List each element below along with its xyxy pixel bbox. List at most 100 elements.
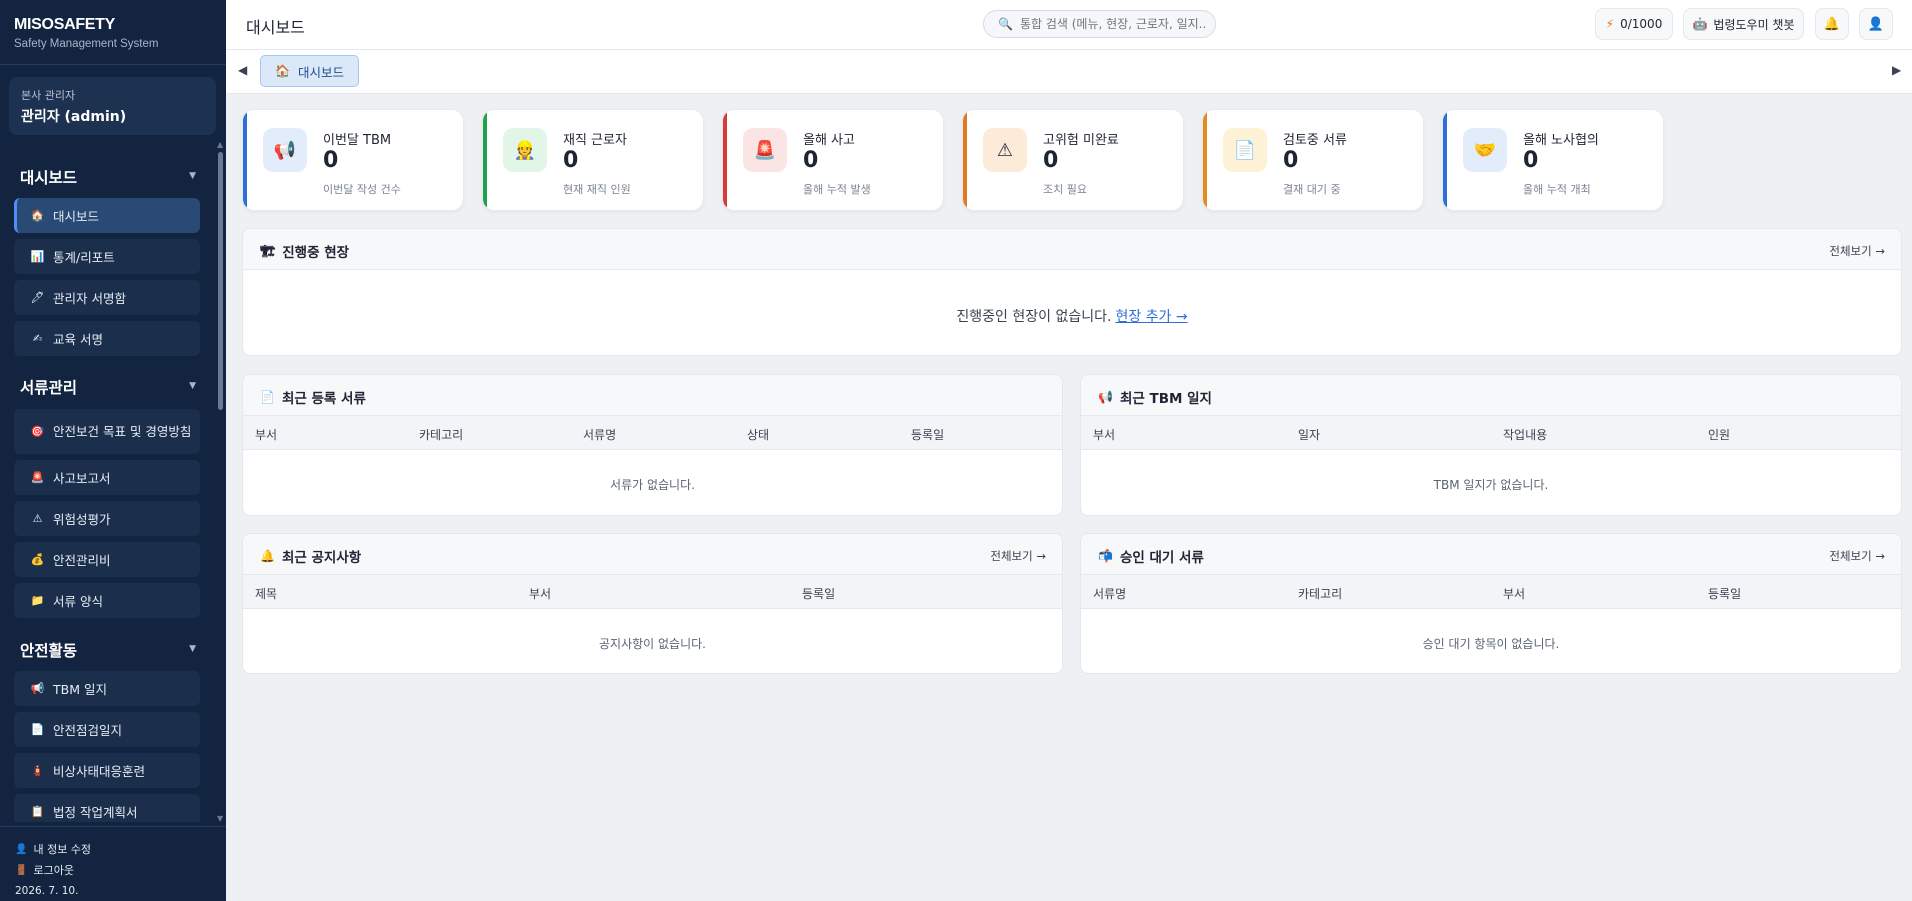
- sidebar-item-label: 통계/리포트: [53, 250, 115, 265]
- accent-bar: [483, 110, 487, 210]
- accent-bar: [723, 110, 727, 210]
- brand-name: MISOSAFETY: [14, 16, 116, 33]
- warning-icon: ⚠: [983, 128, 1027, 172]
- column-header[interactable]: 등록일: [1708, 585, 1741, 602]
- view-all-approvals-link[interactable]: 전체보기 →: [1829, 548, 1885, 564]
- nav-section-safety-activities[interactable]: 안전활동 ▼: [20, 639, 196, 661]
- top-header: 대시보드 🔍 ⚡ 0/1000 🤖 법령도우미 챗봇 🔔 👤: [226, 0, 1912, 50]
- column-header[interactable]: 서류명: [583, 426, 616, 443]
- column-header[interactable]: 부서: [255, 426, 277, 443]
- view-all-sites-link[interactable]: 전체보기 →: [1829, 243, 1885, 259]
- stat-label: 재직 근로자: [563, 133, 627, 148]
- column-header[interactable]: 카테고리: [1298, 585, 1342, 602]
- global-search[interactable]: 🔍: [983, 10, 1216, 38]
- sidebar-item-safety-goals[interactable]: 🎯 안전보건 목표 및 경영방침: [14, 409, 200, 454]
- sidebar-item-training-signature[interactable]: ✍ 교육 서명: [14, 321, 200, 356]
- chatbot-button[interactable]: 🤖 법령도우미 챗봇: [1683, 8, 1804, 40]
- stat-card-workers[interactable]: 👷 재직 근로자 0 현재 재직 인원: [482, 109, 704, 211]
- sidebar-item-label: 비상사태대응훈련: [53, 764, 146, 779]
- add-site-link[interactable]: 현장 추가 →: [1115, 309, 1187, 325]
- stat-value: 0: [1283, 148, 1299, 173]
- bell-icon: 🔔: [1823, 16, 1841, 32]
- sidebar-item-emergency-drill[interactable]: 🧯 비상사태대응훈련: [14, 753, 200, 788]
- column-header[interactable]: 일자: [1298, 426, 1320, 443]
- edit-profile-label: 내 정보 수정: [33, 843, 92, 856]
- sidebar-item-admin-signatures[interactable]: 🖊 관리자 서명함: [14, 280, 200, 315]
- panel-header: 🔔 최근 공지사항 전체보기 →: [243, 534, 1062, 575]
- folder-icon: 📁: [30, 594, 45, 607]
- scroll-down-icon[interactable]: ▼: [217, 814, 223, 823]
- sidebar-item-work-plan[interactable]: 📋 법정 작업계획서: [14, 794, 200, 822]
- sidebar-item-risk-assessment[interactable]: ⚠ 위험성평가: [14, 501, 200, 536]
- sidebar-item-safety-inspection[interactable]: 📄 안전점검일지: [14, 712, 200, 747]
- fire-extinguisher-icon: 🧯: [30, 764, 45, 777]
- stat-card-accidents[interactable]: 🚨 올해 사고 0 올해 누적 발생: [722, 109, 944, 211]
- view-all-notices-link[interactable]: 전체보기 →: [990, 548, 1046, 564]
- stat-card-high-risk[interactable]: ⚠ 고위험 미완료 0 조치 필요: [962, 109, 1184, 211]
- stat-subtitle: 현재 재직 인원: [563, 183, 631, 196]
- credits-button[interactable]: ⚡ 0/1000: [1595, 8, 1673, 40]
- sidebar-scrollbar[interactable]: [218, 152, 223, 410]
- table-header: 서류명 카테고리 부서 등록일: [1081, 575, 1901, 609]
- sidebar-item-accident-report[interactable]: 🚨 사고보고서: [14, 460, 200, 495]
- column-header[interactable]: 등록일: [911, 426, 944, 443]
- nav-section-dashboard[interactable]: 대시보드 ▼: [20, 166, 196, 188]
- sidebar-item-safety-cost[interactable]: 💰 안전관리비: [14, 542, 200, 577]
- recent-tbm-panel: 📢 최근 TBM 일지 부서 일자 작업내용 인원 TBM 일지가 없습니다.: [1080, 374, 1902, 516]
- user-icon: 👤: [1867, 16, 1885, 32]
- nav-section-documents[interactable]: 서류관리 ▼: [20, 376, 196, 398]
- sidebar-item-label: 위험성평가: [53, 512, 111, 527]
- stat-subtitle: 이번달 작성 건수: [323, 183, 401, 196]
- table-header: 제목 부서 등록일: [243, 575, 1062, 609]
- table-header: 부서 카테고리 서류명 상태 등록일: [243, 416, 1062, 450]
- panel-header: 📄 최근 등록 서류: [243, 375, 1062, 416]
- panel-title: 📄 최근 등록 서류: [260, 387, 366, 407]
- sidebar-item-label: 안전관리비: [53, 553, 111, 568]
- stat-subtitle: 올해 누적 개최: [1523, 183, 1591, 196]
- sidebar-item-statistics[interactable]: 📊 통계/리포트: [14, 239, 200, 274]
- sidebar-item-dashboard[interactable]: 🏠 대시보드: [14, 198, 200, 233]
- empty-message: 공지사항이 없습니다.: [599, 637, 706, 651]
- tab-label: 대시보드: [297, 64, 344, 80]
- empty-message: 서류가 없습니다.: [610, 478, 695, 492]
- tab-scroll-right-icon[interactable]: ▶: [1892, 63, 1901, 77]
- search-input[interactable]: [1019, 17, 1205, 31]
- handshake-icon: 🤝: [1463, 128, 1507, 172]
- notifications-button[interactable]: 🔔: [1815, 8, 1849, 40]
- tab-scroll-left-icon[interactable]: ◀: [238, 63, 247, 77]
- stat-card-tbm[interactable]: 📢 이번달 TBM 0 이번달 작성 건수: [242, 109, 464, 211]
- sidebar-item-label: 안전보건 목표 및 경영방침: [53, 424, 192, 439]
- column-header[interactable]: 부서: [529, 585, 551, 602]
- bell-icon: 🔔: [260, 549, 275, 563]
- profile-button[interactable]: 👤: [1859, 8, 1893, 40]
- accent-bar: [1203, 110, 1207, 210]
- column-header[interactable]: 등록일: [802, 585, 835, 602]
- column-header[interactable]: 서류명: [1093, 585, 1126, 602]
- sidebar-item-tbm-log[interactable]: 📢 TBM 일지: [14, 671, 200, 706]
- sidebar-item-document-forms[interactable]: 📁 서류 양식: [14, 583, 200, 618]
- tab-dashboard[interactable]: 🏠 대시보드: [260, 55, 359, 87]
- sidebar-item-label: 사고보고서: [53, 471, 111, 486]
- lightning-icon: ⚡: [1605, 17, 1615, 31]
- column-header[interactable]: 카테고리: [419, 426, 463, 443]
- column-header[interactable]: 부서: [1503, 585, 1525, 602]
- column-header[interactable]: 제목: [255, 585, 277, 602]
- user-card: 본사 관리자 관리자 (admin): [9, 77, 216, 135]
- empty-message: TBM 일지가 없습니다.: [1433, 478, 1549, 492]
- scroll-up-icon[interactable]: ▲: [217, 140, 223, 149]
- empty-message: 승인 대기 항목이 없습니다.: [1422, 637, 1560, 651]
- logout-link[interactable]: 🚪 로그아웃: [15, 862, 74, 878]
- column-header[interactable]: 부서: [1093, 426, 1115, 443]
- sidebar-item-label: 관리자 서명함: [53, 291, 126, 306]
- edit-profile-link[interactable]: 👤 내 정보 수정: [15, 841, 91, 857]
- megaphone-icon: 📢: [30, 682, 45, 695]
- column-header[interactable]: 상태: [747, 426, 769, 443]
- divider: [0, 64, 226, 65]
- stat-card-reviewing-docs[interactable]: 📄 검토중 서류 0 결재 대기 중: [1202, 109, 1424, 211]
- column-header[interactable]: 인원: [1708, 426, 1730, 443]
- column-header[interactable]: 작업내용: [1503, 426, 1547, 443]
- stat-subtitle: 올해 누적 발생: [803, 183, 871, 196]
- nav-section-title: 안전활동: [20, 642, 78, 660]
- stat-card-labor-meetings[interactable]: 🤝 올해 노사협의 0 올해 누적 개최: [1442, 109, 1664, 211]
- brand[interactable]: MISOSAFETY Safety Management System: [14, 16, 158, 50]
